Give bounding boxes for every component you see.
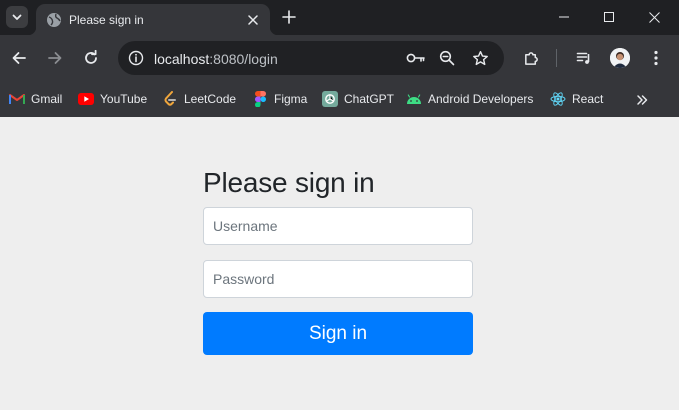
gmail-icon [9, 91, 25, 107]
globe-icon [47, 13, 61, 27]
figma-icon [252, 91, 268, 107]
bookmark-chatgpt[interactable]: ChatGPT [322, 88, 394, 110]
close-window-button[interactable] [632, 3, 677, 31]
bookmark-youtube[interactable]: YouTube [78, 88, 147, 110]
media-controls-icon [576, 52, 590, 64]
forward-button[interactable] [41, 44, 69, 72]
reload-icon [85, 50, 97, 64]
forward-arrow-icon [48, 52, 62, 64]
back-button[interactable] [5, 44, 33, 72]
react-icon [550, 91, 566, 107]
browser-toolbar: localhost:8080/login [0, 35, 679, 81]
android-icon [406, 91, 422, 107]
plus-icon [282, 10, 296, 24]
page-title: Please sign in [203, 167, 375, 198]
bookmark-gmail[interactable]: Gmail [9, 88, 62, 110]
chevron-down-icon [12, 14, 22, 20]
extensions-button[interactable] [517, 44, 545, 72]
tab-search-button[interactable] [6, 6, 28, 28]
bookmark-label: Gmail [31, 92, 63, 106]
maximize-icon [603, 12, 614, 22]
page-viewport: Please sign in Sign in [0, 117, 679, 410]
bookmark-label: ChatGPT [344, 92, 395, 106]
media-controls-button[interactable] [570, 44, 598, 72]
bookmark-android-developers[interactable]: Android Developers [406, 88, 533, 110]
bookmark-label: LeetCode [184, 92, 237, 106]
youtube-icon [78, 91, 94, 107]
toolbar-divider [556, 49, 557, 67]
browser-tab-active[interactable]: Please sign in [28, 4, 278, 35]
address-bar[interactable]: localhost:8080/login [118, 41, 504, 75]
leetcode-icon [162, 91, 178, 107]
browser-menu-button[interactable] [642, 44, 670, 72]
zoom-icon[interactable] [435, 46, 459, 70]
tab-title: Please sign in [69, 13, 144, 27]
site-info-icon[interactable] [124, 46, 148, 70]
profile-avatar-icon[interactable] [610, 48, 630, 68]
password-key-icon[interactable] [404, 46, 428, 70]
new-tab-button[interactable] [278, 6, 300, 28]
close-tab-icon[interactable] [244, 11, 262, 29]
url-host: localhost [154, 51, 210, 67]
more-bookmarks-button[interactable] [632, 90, 652, 110]
bookmark-label: YouTube [100, 92, 148, 106]
extensions-icon [524, 51, 538, 65]
maximize-window-button[interactable] [586, 3, 631, 31]
minimize-window-button[interactable] [541, 3, 586, 31]
bookmarks-bar: Gmail YouTube LeetCode Figma ChatGPT And… [0, 81, 679, 117]
username-input[interactable] [203, 207, 473, 245]
bookmark-label: Figma [274, 92, 308, 106]
double-chevron-right-icon [637, 95, 648, 105]
password-input[interactable] [203, 260, 473, 298]
bookmark-leetcode[interactable]: LeetCode [162, 88, 236, 110]
kebab-menu-icon [654, 50, 658, 66]
reload-button[interactable] [77, 44, 105, 72]
url-path: :8080/login [209, 51, 278, 67]
url-text[interactable]: localhost:8080/login [154, 51, 278, 67]
browser-tab-strip: Please sign in [0, 0, 679, 35]
chatgpt-icon [322, 91, 338, 107]
bookmark-label: React [572, 92, 604, 106]
bookmark-figma[interactable]: Figma [252, 88, 307, 110]
bookmark-label: Android Developers [428, 92, 534, 106]
bookmark-star-icon[interactable] [468, 46, 492, 70]
back-arrow-icon [12, 52, 26, 64]
bookmark-react[interactable]: React [550, 88, 603, 110]
close-icon [649, 11, 660, 23]
sign-in-button[interactable]: Sign in [203, 312, 473, 355]
minimize-icon [558, 16, 569, 18]
